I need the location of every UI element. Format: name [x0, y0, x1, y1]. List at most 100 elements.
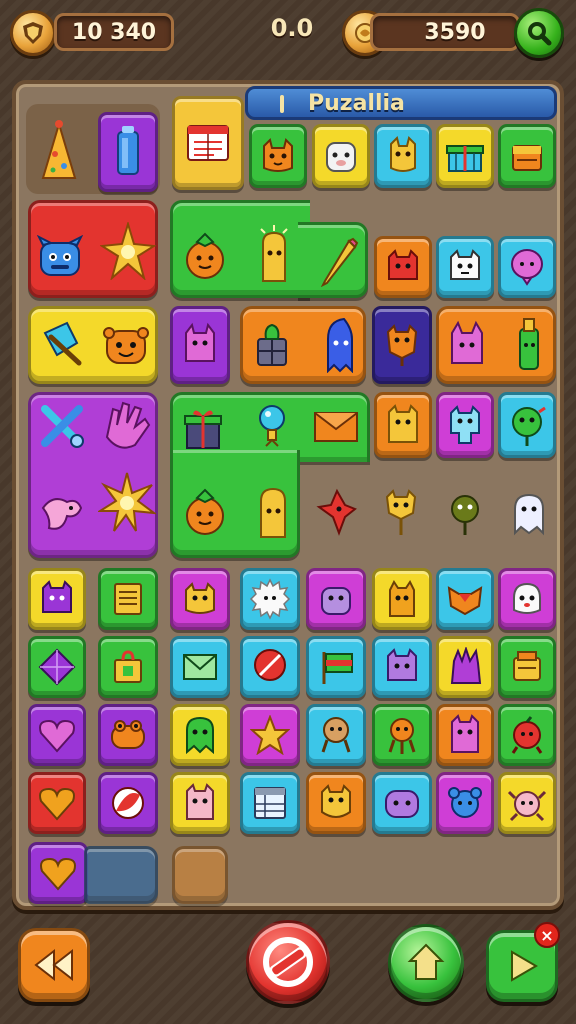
olive-critter-icon[interactable]: [442, 488, 488, 540]
center-counter: 0.0: [270, 14, 314, 42]
red-balloon-tile[interactable]: [240, 636, 300, 698]
tan-critter-icon: [321, 717, 351, 753]
flag-tile[interactable]: [306, 636, 366, 698]
fluffy-icon: [249, 578, 291, 620]
orange-cat-tile[interactable]: [170, 568, 230, 630]
green-bird-tile[interactable]: [498, 392, 556, 458]
white-cat-tile[interactable]: [436, 236, 494, 298]
present-icon: [180, 402, 226, 454]
shield-icon[interactable]: [10, 10, 56, 56]
green-ghost-tile[interactable]: [170, 704, 230, 766]
lavender-blob-icon: [385, 790, 419, 818]
blue-cat-tile[interactable]: [436, 392, 494, 458]
blue-bear-tile[interactable]: [436, 772, 494, 834]
book-icon: [114, 583, 142, 615]
stop-button[interactable]: [246, 920, 330, 1004]
lilac-monster-tile[interactable]: [306, 568, 366, 630]
white-blob-icon: [513, 582, 541, 614]
calendar-icon: [254, 787, 286, 819]
orange-critter-tile[interactable]: [372, 306, 432, 384]
pink-bear-tile[interactable]: [436, 704, 494, 766]
bright-ghost-icon: [250, 224, 298, 286]
orange-frog-tile[interactable]: [98, 704, 158, 766]
orange-heart-tile[interactable]: [28, 772, 86, 834]
party-hat-icon[interactable]: [36, 116, 82, 186]
board-title: Puzallia: [308, 90, 405, 116]
blue-ghost-icon: [318, 314, 362, 374]
pink-balloon-icon: [511, 249, 543, 286]
gold-heart-icon: [40, 857, 76, 891]
potted-box-icon: [114, 650, 142, 683]
pink-cat-icon: [185, 322, 215, 362]
red-monster-tile[interactable]: [374, 236, 432, 298]
gold-heart-tile[interactable]: [28, 842, 88, 904]
mail-tile[interactable]: [170, 636, 230, 698]
rewind-button[interactable]: [18, 928, 90, 1002]
blue-cat-icon: [450, 405, 480, 444]
white-ghost-icon[interactable]: [506, 488, 552, 540]
no-entry-icon: [263, 937, 313, 987]
red-fox-tile[interactable]: [436, 568, 494, 630]
purple-cat-tile[interactable]: [28, 568, 86, 630]
search-icon[interactable]: [514, 8, 564, 58]
orange-critter-icon: [386, 324, 418, 366]
gem-tile[interactable]: [28, 636, 86, 698]
candy-tile[interactable]: [98, 772, 158, 834]
gold-star-tile[interactable]: [240, 704, 300, 766]
amber-ghost-icon: [389, 580, 415, 617]
heart-tile[interactable]: [28, 704, 86, 766]
tomato-icon: [180, 228, 230, 284]
gift-box-tile[interactable]: [436, 124, 494, 188]
pink-balloon-tile[interactable]: [498, 236, 556, 298]
purple-cat-icon: [42, 580, 72, 613]
orange-spider-tile[interactable]: [372, 704, 432, 766]
red-apple-icon: [511, 716, 543, 754]
yellow-ghost-icon: [250, 480, 296, 542]
lollipop-critter-icon[interactable]: [378, 486, 424, 540]
close-icon[interactable]: ×: [534, 922, 560, 948]
blue-bear-icon: [448, 787, 482, 818]
board-title-banner: Puzallia: [245, 86, 557, 120]
fluffy-tile[interactable]: [240, 568, 300, 630]
bird-icon: [36, 486, 86, 540]
book-tile[interactable]: [98, 568, 158, 630]
amber-ghost-tile[interactable]: [372, 568, 432, 630]
red-bird-icon[interactable]: [314, 486, 360, 540]
tan-critter-tile[interactable]: [306, 704, 366, 766]
calendar-tile[interactable]: [240, 772, 300, 834]
heart-icon: [39, 719, 75, 753]
violet-cat-tile[interactable]: [372, 636, 432, 698]
potted-box-tile[interactable]: [98, 636, 158, 698]
play-icon: [511, 950, 538, 982]
leaf-hand-tile[interactable]: [436, 636, 494, 698]
pink-pig-icon: [186, 783, 214, 820]
red-apple-tile[interactable]: [498, 704, 556, 766]
peach-crab-tile[interactable]: [498, 772, 556, 834]
chest-tile[interactable]: [498, 124, 556, 188]
amber-monster-tile[interactable]: [306, 772, 366, 834]
pink-pig-tile[interactable]: [170, 772, 230, 834]
sheep-tile[interactable]: [312, 124, 370, 188]
cat-tile[interactable]: [249, 124, 307, 188]
rewind-icon: [34, 948, 73, 982]
top-hud: 10 340 0.0 3590: [0, 0, 576, 70]
sheep-icon: [326, 142, 356, 172]
yellow-cat-tile[interactable]: [374, 392, 432, 458]
fox-tile[interactable]: [374, 124, 432, 188]
orange-cat-icon: [185, 582, 215, 614]
orange-heart-icon: [39, 787, 75, 821]
battery-tile[interactable]: [98, 112, 158, 192]
glove-icon: [98, 396, 154, 456]
home-button[interactable]: [388, 924, 464, 1002]
fox-icon: [390, 136, 416, 172]
pink-cat-tile[interactable]: [170, 306, 230, 384]
home-star-icon: [407, 943, 445, 980]
mug-tile[interactable]: [498, 636, 556, 698]
paint-brush-icon: [36, 316, 86, 372]
empty-blue-slot: [84, 846, 158, 904]
bulb-icon: [250, 400, 294, 454]
coin-counter: 3590: [370, 13, 520, 51]
notebook-tile[interactable]: [172, 96, 244, 190]
white-blob-tile[interactable]: [498, 568, 556, 630]
lavender-blob-tile[interactable]: [372, 772, 432, 834]
